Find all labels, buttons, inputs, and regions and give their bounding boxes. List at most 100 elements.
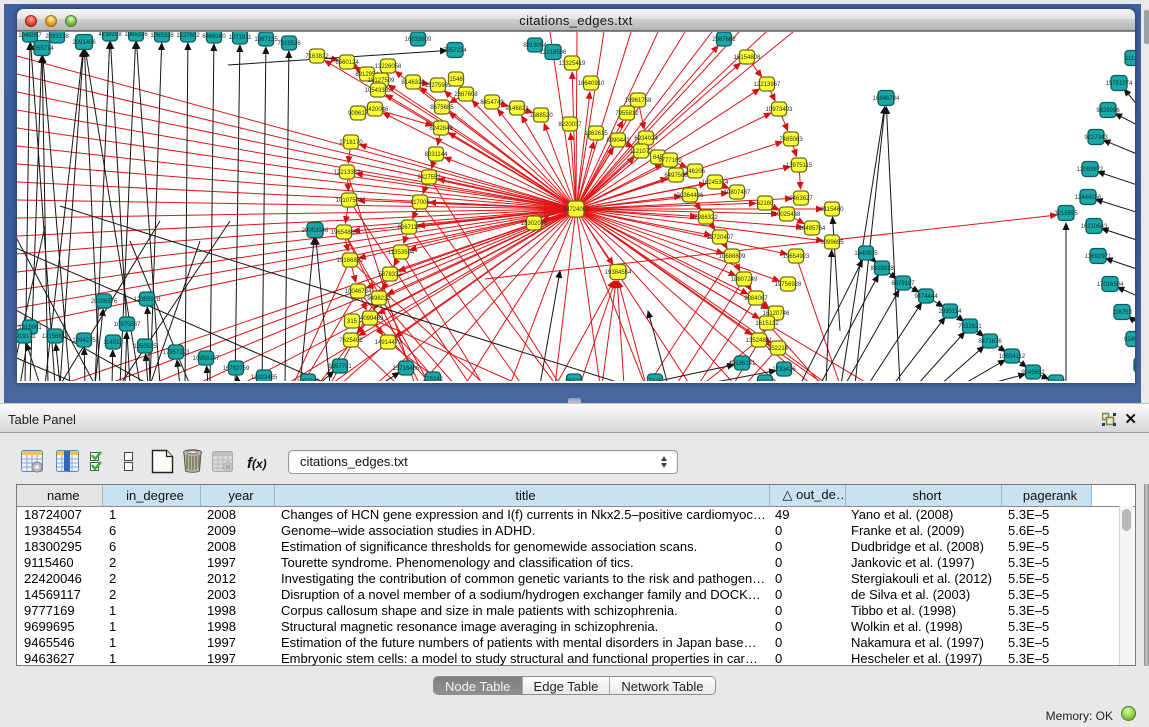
svg-text:1527602: 1527602	[176, 33, 200, 39]
svg-text:20364436: 20364436	[677, 193, 704, 199]
svg-text:9084067: 9084067	[744, 296, 768, 302]
svg-text:8660124: 8660124	[335, 60, 359, 66]
svg-text:16648784: 16648784	[873, 96, 900, 102]
svg-text:20153: 20153	[1134, 363, 1135, 369]
svg-text:62160: 62160	[757, 201, 774, 207]
svg-text:14914479: 14914479	[375, 340, 402, 346]
svg-text:6497568: 6497568	[664, 173, 688, 179]
svg-text:16033809: 16033809	[405, 37, 432, 43]
svg-text:8242848: 8242848	[429, 126, 453, 132]
svg-text:8938918: 8938918	[870, 266, 894, 272]
svg-text:8990443: 8990443	[606, 138, 630, 144]
svg-text:13975115: 13975115	[786, 163, 813, 169]
svg-text:8813054: 8813054	[523, 43, 547, 49]
svg-text:8220037: 8220037	[558, 122, 582, 128]
svg-text:20053346: 20053346	[302, 228, 329, 234]
svg-text:19654923: 19654923	[783, 254, 810, 260]
svg-text:1640935: 1640935	[854, 251, 878, 257]
svg-text:12218506: 12218506	[540, 50, 567, 56]
svg-text:12923465: 12923465	[251, 375, 278, 381]
svg-text:7515526: 7515526	[277, 41, 301, 47]
svg-text:3919171: 3919171	[17, 334, 36, 340]
svg-text:13524851: 13524851	[746, 338, 773, 344]
svg-text:1294275: 1294275	[72, 338, 96, 344]
svg-text:13226058: 13226058	[375, 64, 402, 70]
svg-text:10654112: 10654112	[999, 354, 1026, 360]
svg-text:10958147: 10958147	[193, 356, 220, 362]
svg-text:5878332: 5878332	[378, 272, 402, 278]
svg-text:8471676: 8471676	[978, 339, 1002, 345]
svg-text:1065326: 1065326	[124, 32, 148, 38]
svg-text:82736: 82736	[757, 380, 774, 381]
svg-text:6879197: 6879197	[891, 281, 915, 287]
svg-text:11353594: 11353594	[388, 250, 415, 256]
svg-text:9227343: 9227343	[1084, 135, 1108, 141]
svg-text:1588520: 1588520	[529, 113, 553, 119]
svg-text:873245: 873245	[1046, 380, 1067, 381]
svg-text:12093872: 12093872	[1077, 167, 1104, 173]
svg-text:10688609: 10688609	[719, 254, 746, 260]
svg-text:10975887: 10975887	[114, 322, 141, 328]
svg-text:9427552: 9427552	[417, 175, 441, 181]
svg-text:117006: 117006	[410, 200, 430, 206]
svg-text:19166852: 19166852	[337, 258, 364, 264]
svg-text:7485063: 7485063	[779, 137, 803, 143]
svg-text:8146328: 8146328	[401, 80, 425, 86]
svg-text:10807487: 10807487	[724, 190, 751, 196]
svg-text:1667135: 1667135	[254, 37, 278, 43]
svg-text:16782759: 16782759	[223, 366, 250, 372]
svg-text:10025438: 10025438	[774, 212, 801, 218]
svg-text:9474444: 9474444	[914, 294, 938, 300]
svg-text:19384554: 19384554	[605, 270, 632, 276]
svg-text:1733426: 1733426	[772, 367, 796, 373]
svg-text:8675685: 8675685	[430, 105, 454, 111]
svg-text:9245652: 9245652	[1021, 370, 1045, 376]
svg-text:15720407: 15720407	[707, 235, 734, 241]
svg-text:14099489: 14099489	[357, 316, 384, 322]
svg-text:7163822: 7163822	[305, 54, 329, 60]
svg-text:9146821: 9146821	[505, 106, 529, 112]
svg-text:116753: 116753	[1112, 310, 1132, 316]
svg-text:924505: 924505	[1124, 337, 1135, 343]
svg-text:1546: 1546	[449, 77, 463, 83]
svg-text:18302075: 18302075	[521, 221, 548, 227]
svg-text:2055714: 2055714	[30, 46, 54, 52]
svg-text:16245374: 16245374	[702, 180, 729, 186]
svg-text:9777169: 9777169	[658, 158, 682, 164]
svg-text:14136141: 14136141	[729, 361, 756, 367]
svg-text:1615132: 1615132	[755, 321, 779, 327]
svg-text:114513: 114513	[103, 340, 123, 346]
svg-text:175342: 175342	[423, 377, 444, 381]
svg-text:16154808: 16154808	[734, 55, 761, 61]
svg-text:7632621: 7632621	[958, 324, 982, 330]
svg-text:1071911: 1071911	[229, 35, 253, 41]
svg-text:16961758: 16961758	[625, 98, 652, 104]
svg-text:9463627: 9463627	[789, 196, 813, 202]
svg-text:1065328: 1065328	[150, 33, 174, 39]
svg-text:7955812: 7955812	[615, 111, 639, 117]
svg-text:7345: 7345	[648, 379, 662, 381]
svg-text:9115460: 9115460	[821, 207, 845, 213]
svg-text:8031144: 8031144	[425, 152, 449, 158]
svg-text:15716485: 15716485	[393, 366, 420, 372]
svg-text:315: 315	[347, 319, 358, 325]
svg-text:15751074: 15751074	[1106, 81, 1133, 87]
svg-text:2087682: 2087682	[712, 37, 736, 43]
svg-text:6466160: 6466160	[202, 34, 226, 40]
svg-text:12213363: 12213363	[334, 170, 361, 176]
svg-text:13325419: 13325419	[559, 61, 586, 67]
svg-text:6934024: 6934024	[634, 136, 658, 142]
svg-text:11123: 11123	[1125, 56, 1135, 62]
svg-text:13692971: 13692971	[1085, 254, 1112, 260]
svg-text:1045057: 1045057	[18, 33, 42, 39]
svg-text:2367608: 2367608	[454, 92, 478, 98]
svg-text:7357224: 7357224	[443, 48, 467, 54]
svg-text:17016504: 17016504	[1097, 282, 1124, 288]
svg-text:10543362: 10543362	[365, 88, 392, 94]
svg-text:12156813: 12156813	[42, 334, 69, 340]
svg-text:17957223: 17957223	[163, 350, 190, 356]
svg-text:16210643: 16210643	[1081, 224, 1108, 230]
svg-text:2093138: 2093138	[45, 34, 69, 40]
svg-text:18724007: 18724007	[563, 207, 590, 213]
svg-text:16640910: 16640910	[578, 81, 605, 87]
